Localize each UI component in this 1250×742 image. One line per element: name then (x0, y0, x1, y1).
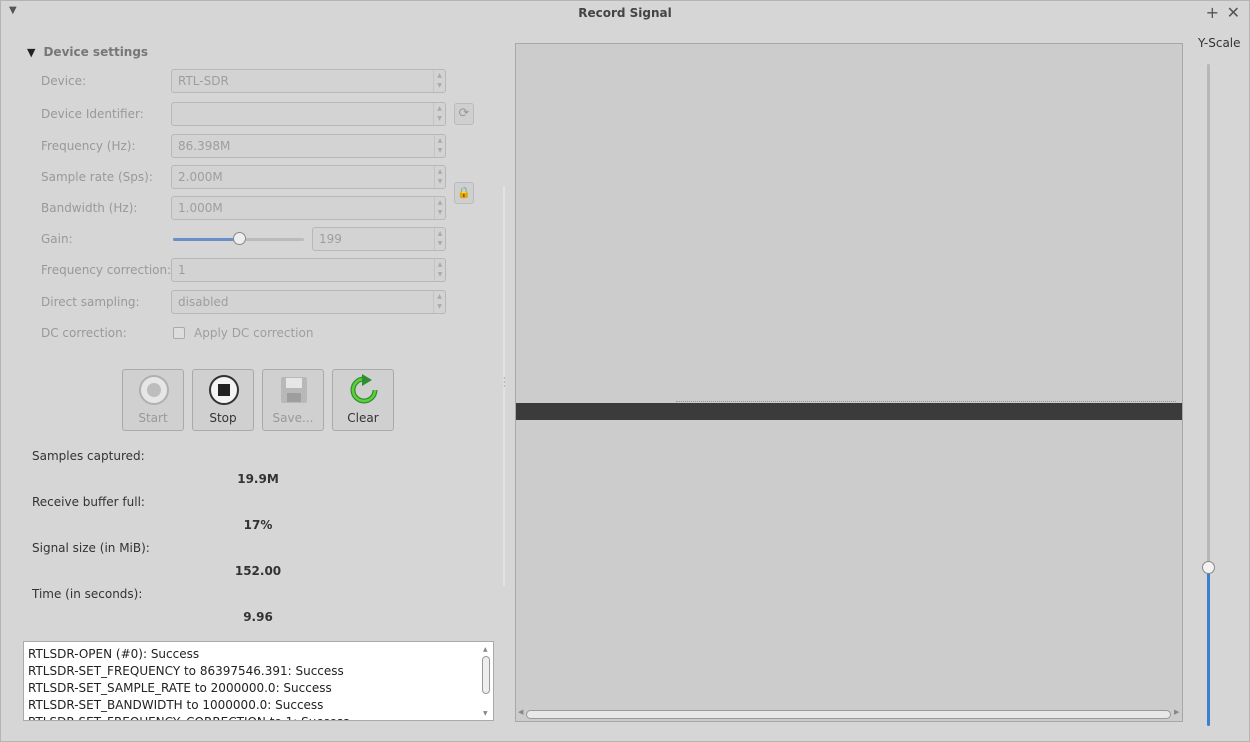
frequency-value: 86.398M (178, 139, 231, 153)
save-button[interactable]: Save... (262, 369, 324, 431)
bandwidth-spinbox[interactable]: 1.000M ▲ ▼ (171, 196, 446, 220)
gain-spinbox[interactable]: 199 ▲ ▼ (312, 227, 446, 251)
frequency-correction-spinbox[interactable]: 1 ▲ ▼ (171, 258, 446, 282)
save-button-label: Save... (272, 411, 314, 425)
log-scrollbar-thumb[interactable] (482, 656, 490, 694)
device-label: Device: (41, 74, 87, 88)
direct-sampling-value: disabled (178, 295, 229, 309)
collapse-triangle-icon: ▼ (27, 46, 36, 59)
y-scale-slider-fill (1207, 567, 1210, 726)
gain-slider[interactable] (173, 232, 304, 245)
log-lines: RTLSDR-OPEN (#0): Success RTLSDR-SET_FREQ… (24, 646, 349, 720)
close-icon[interactable]: ✕ (1227, 3, 1240, 22)
log-output[interactable]: RTLSDR-OPEN (#0): Success RTLSDR-SET_FREQ… (23, 641, 494, 721)
direct-sampling-label: Direct sampling: (41, 295, 140, 309)
lock-icon: 🔒 (457, 186, 471, 199)
floppy-disk-icon (281, 377, 307, 403)
log-line: RTLSDR-SET_BANDWIDTH to 1000000.0: Succe… (28, 698, 324, 712)
log-line: RTLSDR-SET_SAMPLE_RATE to 2000000.0: Suc… (28, 681, 332, 695)
time-value: 9.96 (243, 610, 273, 624)
samples-captured-value: 19.9M (237, 472, 279, 486)
device-settings-header[interactable]: ▼ Device settings (27, 45, 148, 59)
sample-rate-value: 2.000M (178, 170, 223, 184)
refresh-green-icon (350, 374, 378, 404)
combobox-arrows-icon: ▲ ▼ (433, 103, 445, 125)
dc-correction-label: DC correction: (41, 326, 127, 340)
start-button[interactable]: Start (122, 369, 184, 431)
combobox-arrows-icon: ▲ ▼ (433, 70, 445, 92)
stop-icon (209, 375, 239, 405)
signal-size-label: Signal size (in MiB): (32, 541, 150, 555)
scroll-right-icon[interactable]: ▶ (1174, 708, 1179, 716)
refresh-devices-button[interactable]: ⟳ (454, 103, 474, 125)
start-button-label: Start (138, 411, 168, 425)
dc-correction-checkbox-label[interactable]: Apply DC correction (194, 326, 313, 340)
y-scale-label: Y-Scale (1198, 36, 1241, 50)
receive-buffer-value: 17% (243, 518, 273, 532)
maximize-icon[interactable]: + (1206, 3, 1219, 22)
frequency-correction-value: 1 (178, 263, 186, 277)
sample-rate-label: Sample rate (Sps): (41, 170, 153, 184)
signal-size-value: 152.00 (234, 564, 282, 578)
scroll-left-icon[interactable]: ◀ (518, 708, 523, 716)
device-value: RTL-SDR (178, 74, 229, 88)
window-title: Record Signal (578, 6, 672, 20)
frequency-label: Frequency (Hz): (41, 139, 136, 153)
combobox-arrows-icon: ▲ ▼ (433, 291, 445, 313)
y-scale-slider-handle[interactable] (1202, 561, 1215, 575)
samples-captured-label: Samples captured: (32, 449, 145, 463)
frequency-spinbox[interactable]: 86.398M ▲ ▼ (171, 134, 446, 158)
device-identifier-label: Device Identifier: (41, 107, 144, 121)
signal-trace (516, 403, 1182, 420)
record-icon (139, 375, 169, 405)
spinbox-arrows-icon[interactable]: ▲ ▼ (434, 197, 445, 219)
stop-button-label: Stop (209, 411, 237, 425)
splitter-grip-icon[interactable]: · · · (503, 375, 506, 391)
scroll-up-icon[interactable]: ▲ (483, 646, 488, 653)
frequency-correction-label: Frequency correction: (41, 263, 172, 277)
refresh-icon: ⟳ (458, 106, 470, 121)
clear-button[interactable]: Clear (332, 369, 394, 431)
spinbox-arrows-icon[interactable]: ▲ ▼ (434, 135, 445, 157)
log-line: RTLSDR-OPEN (#0): Success (28, 647, 200, 661)
direct-sampling-combobox[interactable]: disabled ▲ ▼ (171, 290, 446, 314)
gain-label: Gain: (41, 232, 73, 246)
spinbox-arrows-icon[interactable]: ▲ ▼ (434, 259, 445, 281)
gain-slider-fill (173, 238, 239, 241)
dc-correction-checkbox[interactable] (173, 327, 185, 339)
device-combobox[interactable]: RTL-SDR ▲ ▼ (171, 69, 446, 93)
bandwidth-value: 1.000M (178, 201, 223, 215)
horizontal-scrollbar[interactable] (526, 710, 1171, 719)
sample-rate-spinbox[interactable]: 2.000M ▲ ▼ (171, 165, 446, 189)
receive-buffer-label: Receive buffer full: (32, 495, 145, 509)
device-identifier-combobox[interactable]: ▲ ▼ (171, 102, 446, 126)
scroll-down-icon[interactable]: ▼ (483, 710, 488, 717)
log-line: RTLSDR-SET_FREQUENCY to 86397546.391: Su… (28, 664, 344, 678)
gain-slider-handle[interactable] (232, 232, 246, 245)
record-signal-window: ▼ Record Signal + ✕ ▼ Device settings Dev… (0, 0, 1250, 742)
spinbox-arrows-icon[interactable]: ▲ ▼ (434, 166, 445, 188)
spinbox-arrows-icon[interactable]: ▲ ▼ (434, 228, 445, 250)
gain-value: 199 (319, 232, 342, 246)
clear-button-label: Clear (347, 411, 379, 425)
signal-view[interactable]: ◀ ▶ (515, 43, 1183, 722)
log-line: RTLSDR-SET_FREQUENCY_CORRECTION to 1: Su… (24, 714, 349, 720)
y-scale-slider[interactable] (1202, 64, 1215, 726)
bandwidth-label: Bandwidth (Hz): (41, 201, 138, 215)
stop-button[interactable]: Stop (192, 369, 254, 431)
time-label: Time (in seconds): (32, 587, 143, 601)
log-scrollbar[interactable]: ▲ ▼ (481, 646, 491, 718)
lock-bandwidth-button[interactable]: 🔒 (454, 182, 474, 204)
device-settings-title: Device settings (43, 45, 149, 59)
title-bar: ▼ Record Signal + ✕ (1, 1, 1249, 25)
